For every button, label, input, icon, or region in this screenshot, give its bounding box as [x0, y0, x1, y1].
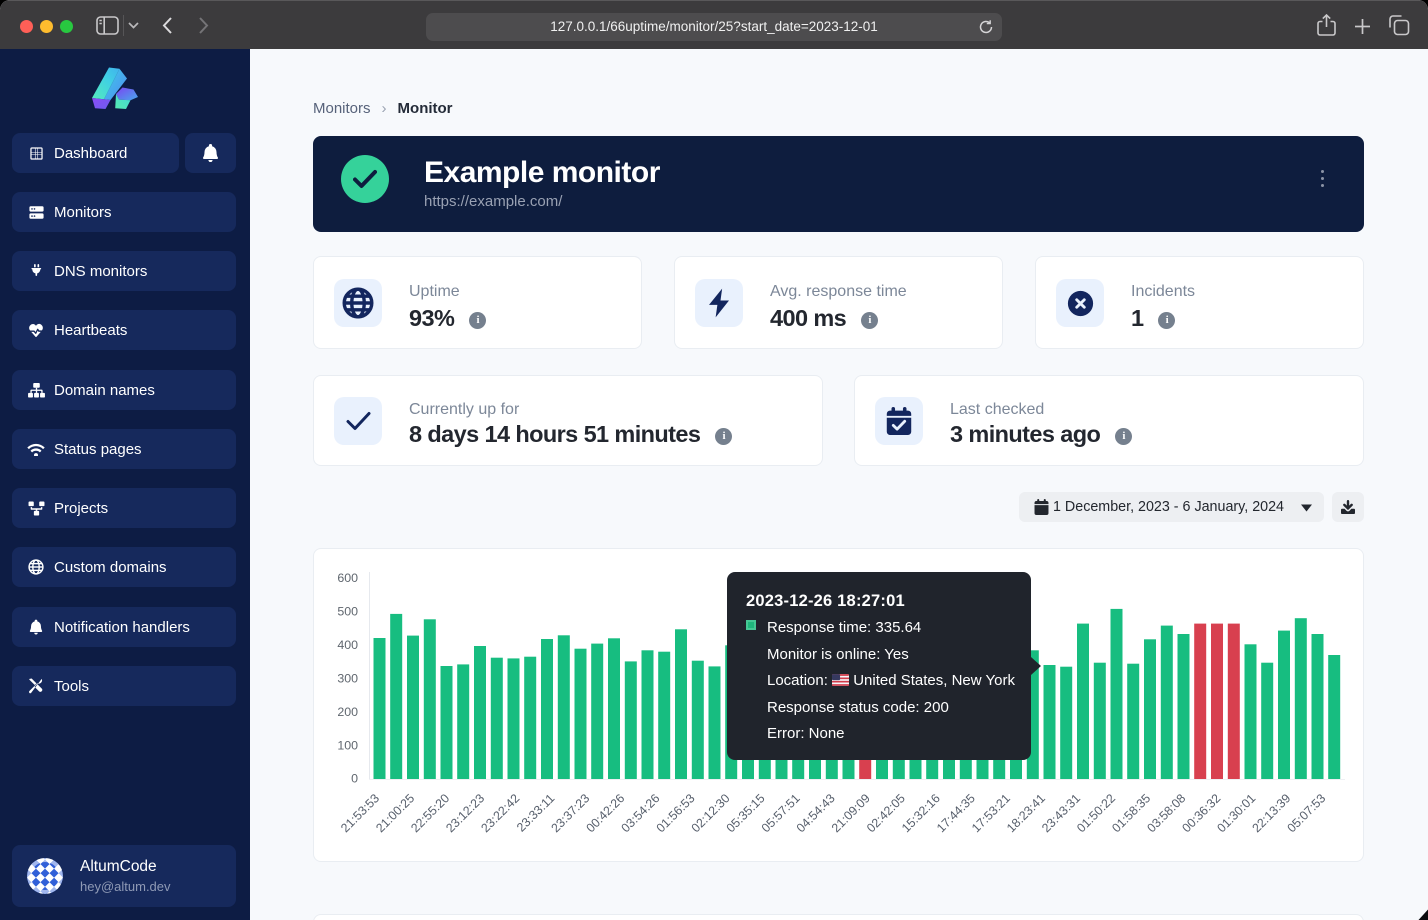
svg-text:500: 500 — [337, 605, 358, 619]
svg-text:200: 200 — [337, 705, 358, 719]
svg-text:0: 0 — [351, 772, 358, 786]
svg-text:600: 600 — [337, 571, 358, 585]
svg-text:400: 400 — [337, 638, 358, 652]
svg-text:05:07:53: 05:07:53 — [1284, 791, 1328, 835]
svg-text:100: 100 — [337, 738, 358, 752]
svg-text:23:22:42: 23:22:42 — [478, 791, 522, 835]
svg-text:300: 300 — [337, 672, 358, 686]
